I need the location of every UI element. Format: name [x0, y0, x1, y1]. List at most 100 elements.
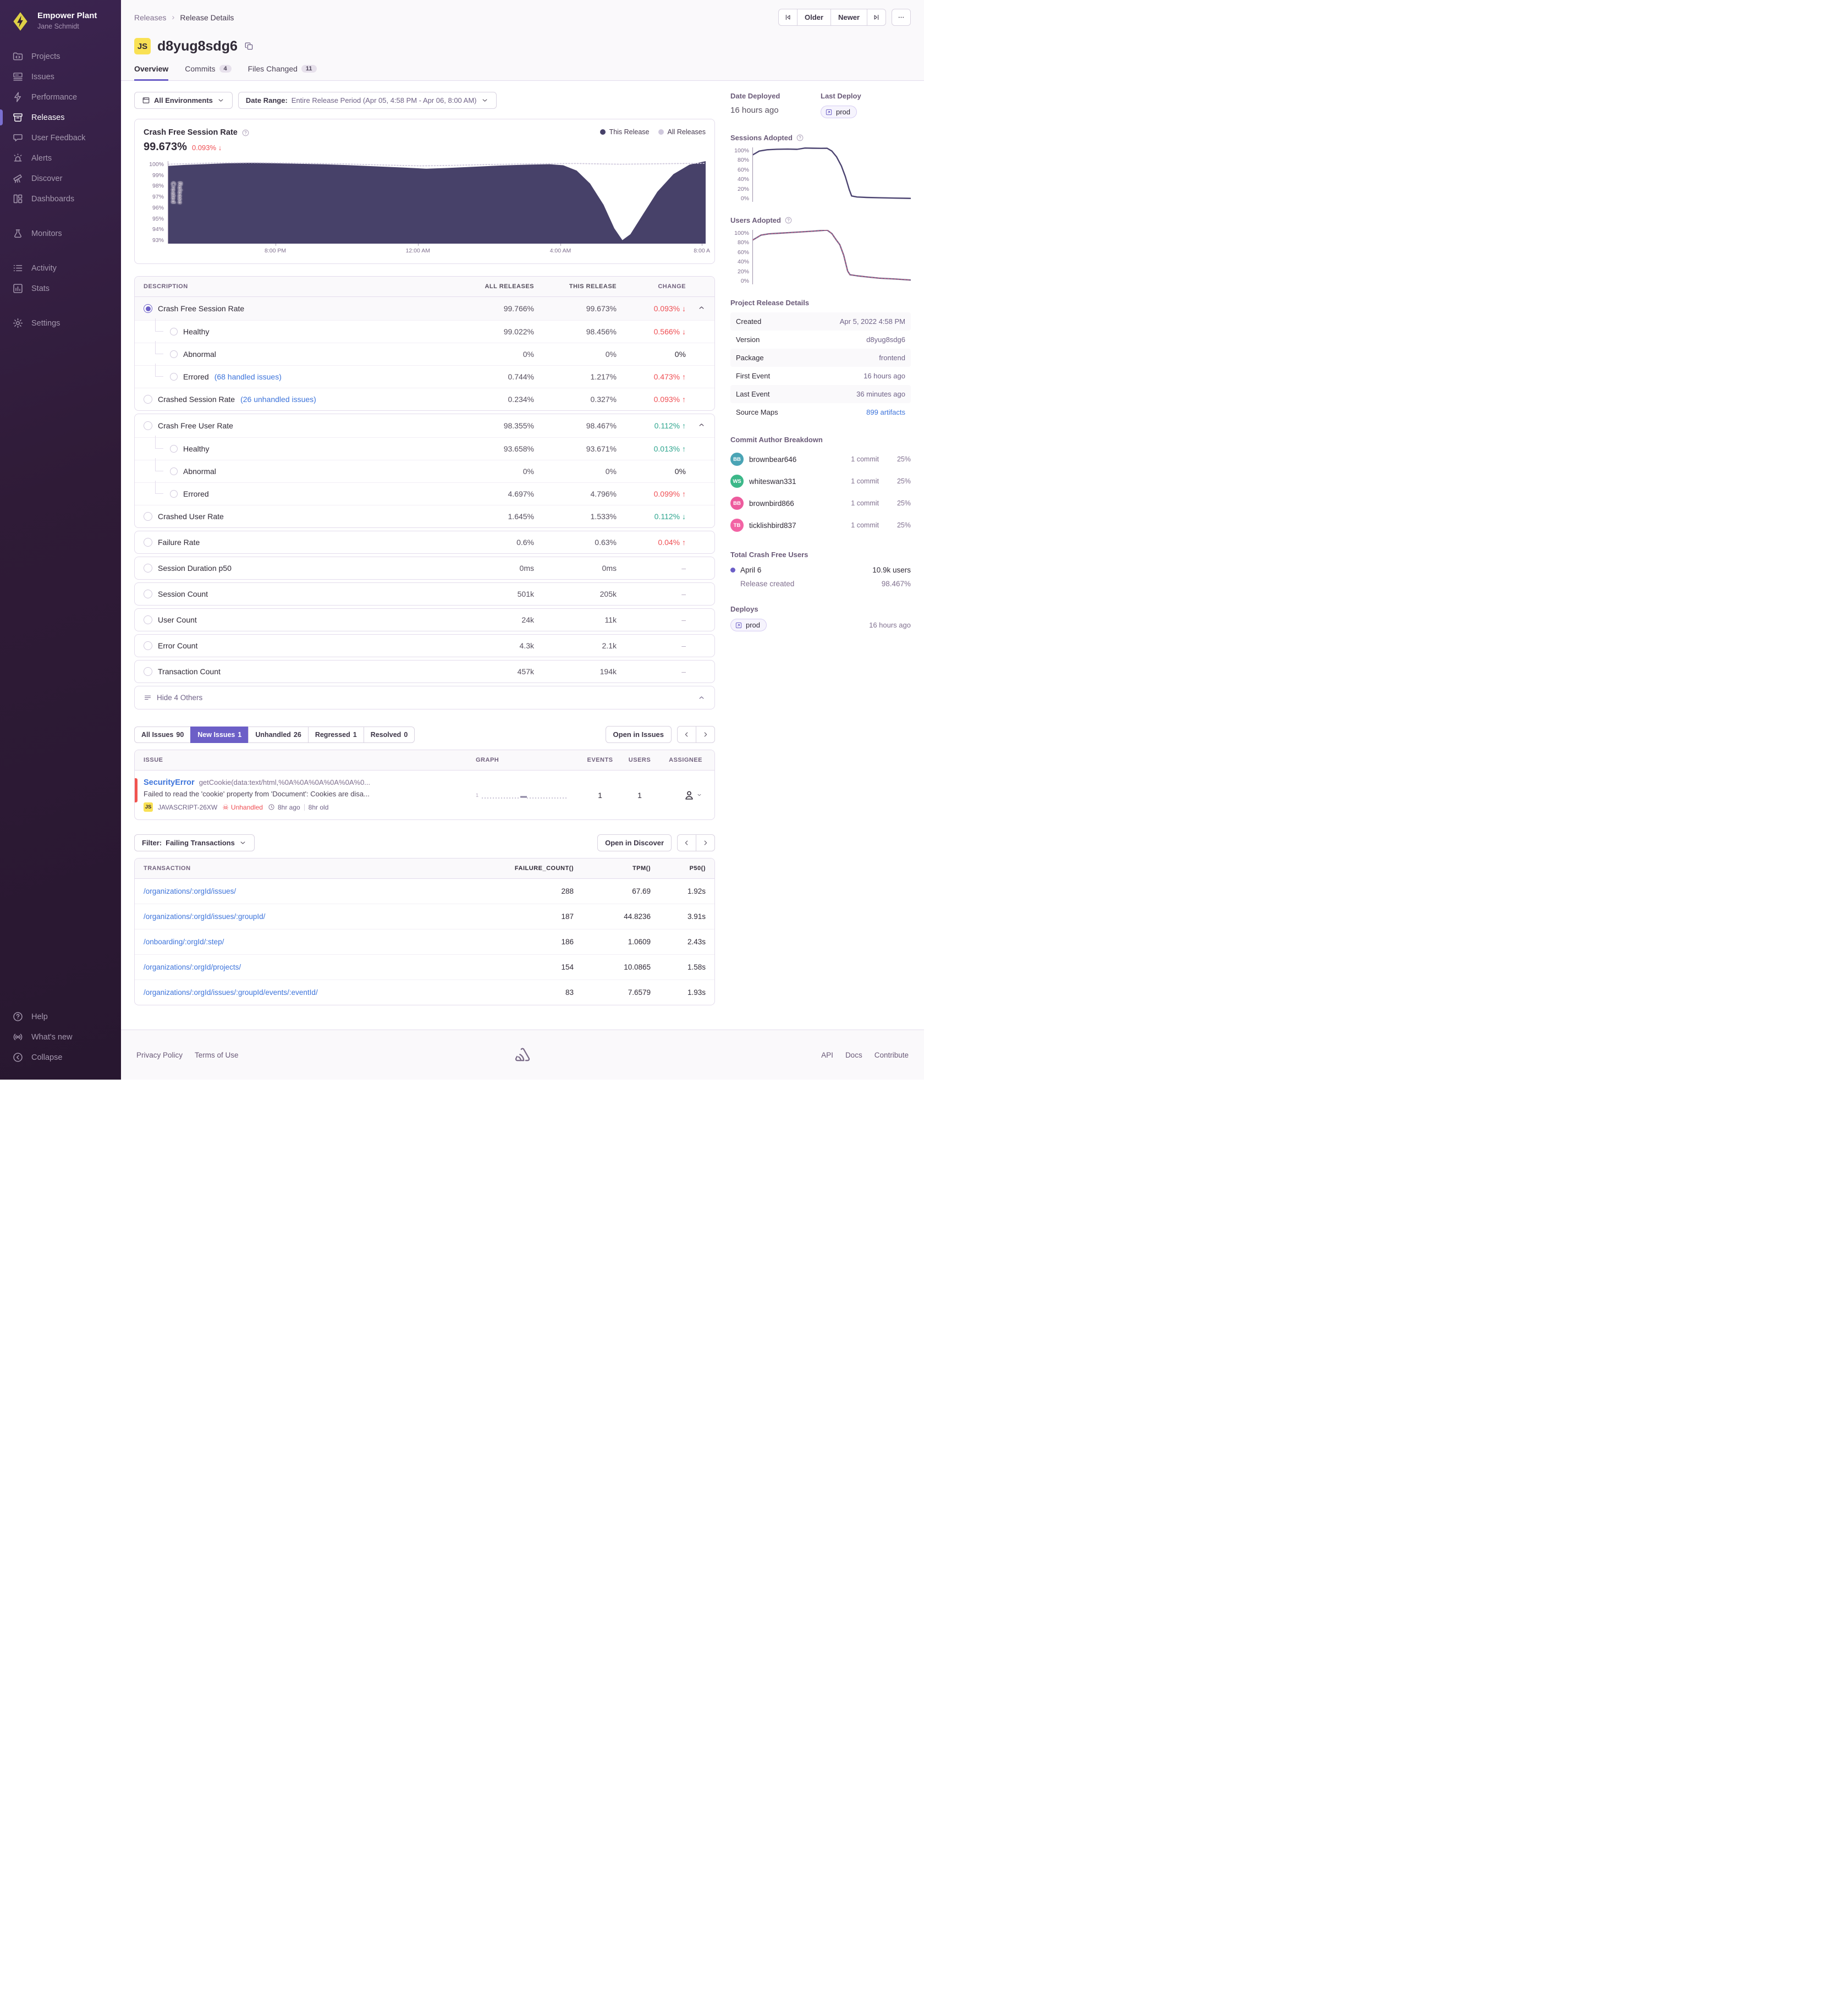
help-circle-icon[interactable] [241, 129, 250, 137]
tab-files-changed[interactable]: Files Changed 11 [248, 64, 317, 81]
oldest-release-button[interactable] [778, 9, 798, 26]
previous-page-button[interactable] [677, 726, 696, 743]
issues-tab-unhandled[interactable]: Unhandled 26 [248, 726, 309, 743]
sidebar-item-monitors[interactable]: Monitors [0, 223, 121, 244]
table-row[interactable]: /organizations/:orgId/issues/:groupId/18… [135, 904, 714, 929]
table-row[interactable]: Transaction Count 457k 194k – [135, 661, 714, 683]
table-row[interactable]: Healthy 93.658% 93.671% 0.013% ↑ [135, 436, 714, 460]
table-row[interactable]: /organizations/:orgId/projects/154 10.086… [135, 954, 714, 980]
org-switcher[interactable]: Empower Plant Jane Schmidt [0, 0, 121, 46]
transaction-link[interactable]: /onboarding/:orgId/:step/ [144, 938, 224, 946]
sidebar-item-collapse[interactable]: Collapse [0, 1047, 121, 1067]
issues-tab-all-issues[interactable]: All Issues 90 [134, 726, 191, 743]
sidebar-item-issues[interactable]: Issues [0, 67, 121, 87]
table-row[interactable]: Error Count 4.3k 2.1k – [135, 635, 714, 657]
tab-commits[interactable]: Commits 4 [185, 64, 232, 81]
table-row[interactable]: Session Duration p50 0ms 0ms – [135, 557, 714, 579]
sidebar-item-projects[interactable]: Projects [0, 46, 121, 67]
transaction-link[interactable]: /organizations/:orgId/projects/ [144, 963, 241, 971]
footer-link-contribute[interactable]: Contribute [875, 1051, 909, 1059]
issues-tab-regressed[interactable]: Regressed 1 [307, 726, 364, 743]
legend-item[interactable]: All Releases [658, 128, 706, 136]
sidebar-item-what-s-new[interactable]: What's new [0, 1027, 121, 1047]
open-in-issues-button[interactable]: Open in Issues [605, 726, 672, 743]
older-release-button[interactable]: Older [797, 9, 831, 26]
hide-others-toggle[interactable]: Hide 4 Others [135, 686, 714, 709]
metric-radio[interactable] [170, 373, 178, 381]
transaction-filter-button[interactable]: Filter: Failing Transactions [134, 834, 255, 851]
footer-link-docs[interactable]: Docs [845, 1051, 862, 1059]
date-range-button[interactable]: Date Range: Entire Release Period (Apr 0… [238, 92, 497, 109]
metric-radio[interactable] [170, 490, 178, 498]
sidebar-item-help[interactable]: Help [0, 1006, 121, 1027]
table-row[interactable]: Crashed Session Rate (26 unhandled issues… [135, 388, 714, 410]
help-circle-icon[interactable] [784, 216, 793, 224]
table-row[interactable]: Abnormal 0% 0% 0% [135, 341, 714, 365]
transaction-link[interactable]: /organizations/:orgId/issues/ [144, 887, 236, 895]
environment-filter-button[interactable]: All Environments [134, 92, 233, 109]
table-row[interactable]: /organizations/:orgId/issues/:groupId/ev… [135, 980, 714, 1005]
table-row[interactable]: Crash Free Session Rate 99.766% 99.673% 0.0… [135, 297, 714, 320]
chevron-up-icon[interactable] [697, 421, 706, 429]
issue-row[interactable]: SecurityError getCookie(data:text/html,%… [135, 771, 714, 819]
legend-item[interactable]: This Release [600, 128, 650, 136]
metric-radio[interactable] [144, 564, 152, 573]
next-page-button[interactable] [696, 834, 715, 851]
sidebar-item-alerts[interactable]: Alerts [0, 148, 121, 168]
transaction-link[interactable]: /organizations/:orgId/issues/:groupId/ [144, 912, 265, 921]
last-deploy-env-pill[interactable]: prod [821, 106, 857, 118]
table-row[interactable]: Errored 4.697% 4.796% 0.099% ↑ [135, 481, 714, 505]
footer-link-terms-of-use[interactable]: Terms of Use [195, 1051, 239, 1059]
table-row[interactable]: Session Count 501k 205k – [135, 583, 714, 605]
newest-release-button[interactable] [867, 9, 886, 26]
table-row[interactable]: Errored (68 handled issues) 0.744% 1.217% 0.… [135, 364, 714, 388]
newer-release-button[interactable]: Newer [830, 9, 867, 26]
help-circle-icon[interactable] [796, 134, 804, 142]
deploy-env-pill[interactable]: prod [730, 619, 767, 631]
metric-radio[interactable] [144, 667, 152, 676]
metric-radio[interactable] [144, 538, 152, 547]
sidebar-item-stats[interactable]: Stats [0, 278, 121, 299]
chevron-up-icon[interactable] [697, 304, 706, 312]
metric-radio[interactable] [144, 590, 152, 598]
table-row[interactable]: Healthy 99.022% 98.456% 0.566% ↓ [135, 318, 714, 343]
metric-radio[interactable] [170, 328, 178, 335]
sidebar-item-discover[interactable]: Discover [0, 168, 121, 189]
table-row[interactable]: Failure Rate 0.6% 0.63% 0.04% ↑ [135, 531, 714, 553]
table-row[interactable]: Abnormal 0% 0% 0% [135, 458, 714, 482]
table-row[interactable]: Crashed User Rate 1.645% 1.533% 0.112% ↓ [135, 505, 714, 527]
assignee-selector[interactable] [659, 789, 706, 801]
table-row[interactable]: /onboarding/:orgId/:step/186 1.0609 2.43s [135, 929, 714, 954]
issues-tab-new-issues[interactable]: New Issues 1 [190, 726, 249, 743]
metric-radio[interactable] [170, 350, 178, 358]
metric-radio[interactable] [144, 512, 152, 521]
metric-radio[interactable] [170, 467, 178, 475]
sidebar-item-settings[interactable]: Settings [0, 313, 121, 333]
metric-radio[interactable] [144, 421, 152, 430]
table-row[interactable]: Crash Free User Rate 98.355% 98.467% 0.112%… [135, 414, 714, 437]
sidebar-item-performance[interactable]: Performance [0, 87, 121, 107]
sidebar-item-dashboards[interactable]: Dashboards [0, 189, 121, 209]
next-page-button[interactable] [696, 726, 715, 743]
copy-icon[interactable] [244, 41, 254, 51]
tab-overview[interactable]: Overview [134, 64, 169, 81]
table-row[interactable]: /organizations/:orgId/issues/288 67.69 1.9… [135, 879, 714, 904]
metric-radio[interactable] [170, 445, 178, 453]
open-in-discover-button[interactable]: Open in Discover [597, 834, 672, 851]
artifacts-link[interactable]: 899 artifacts [866, 408, 905, 416]
issues-link[interactable]: (68 handled issues) [215, 372, 282, 381]
sidebar-item-activity[interactable]: Activity [0, 258, 121, 278]
metric-radio[interactable] [144, 304, 152, 313]
issues-link[interactable]: (26 unhandled issues) [240, 395, 316, 404]
metric-radio[interactable] [144, 395, 152, 404]
issue-title-link[interactable]: SecurityError [144, 778, 195, 787]
transaction-link[interactable]: /organizations/:orgId/issues/:groupId/ev… [144, 988, 318, 997]
footer-link-privacy-policy[interactable]: Privacy Policy [136, 1051, 183, 1059]
more-options-button[interactable] [892, 9, 911, 26]
sidebar-item-releases[interactable]: Releases [0, 107, 121, 128]
previous-page-button[interactable] [677, 834, 696, 851]
footer-link-api[interactable]: API [821, 1051, 833, 1059]
issues-tab-resolved[interactable]: Resolved 0 [363, 726, 415, 743]
metric-radio[interactable] [144, 615, 152, 624]
breadcrumb-releases[interactable]: Releases [134, 13, 166, 22]
